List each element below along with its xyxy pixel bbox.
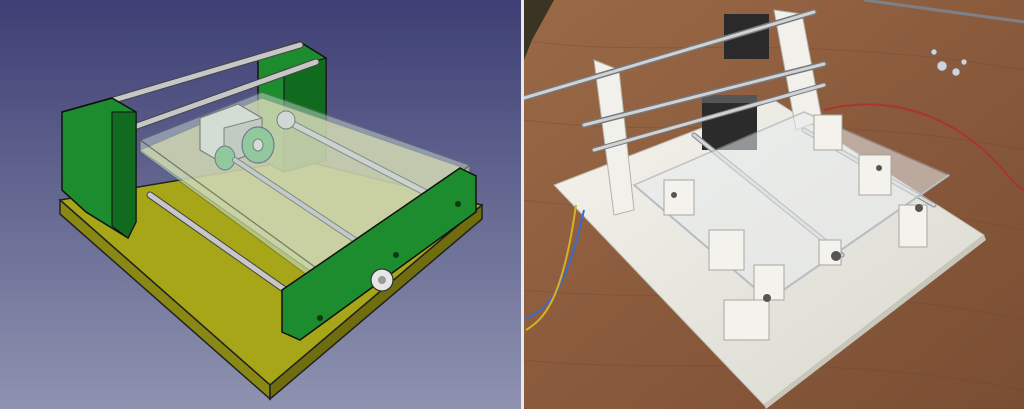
image-composite bbox=[0, 0, 1024, 409]
cad-render bbox=[0, 0, 521, 409]
photo-panel bbox=[524, 0, 1024, 409]
foot-block-1 bbox=[723, 299, 770, 341]
photo-render bbox=[524, 0, 1024, 409]
bearing-block-2 bbox=[708, 229, 745, 271]
bearing-block-5 bbox=[858, 154, 892, 196]
cad-render-panel bbox=[0, 0, 521, 409]
bearing-block-4 bbox=[813, 114, 843, 151]
bearing-block-1 bbox=[663, 179, 695, 216]
bearing-block-6 bbox=[898, 204, 928, 248]
